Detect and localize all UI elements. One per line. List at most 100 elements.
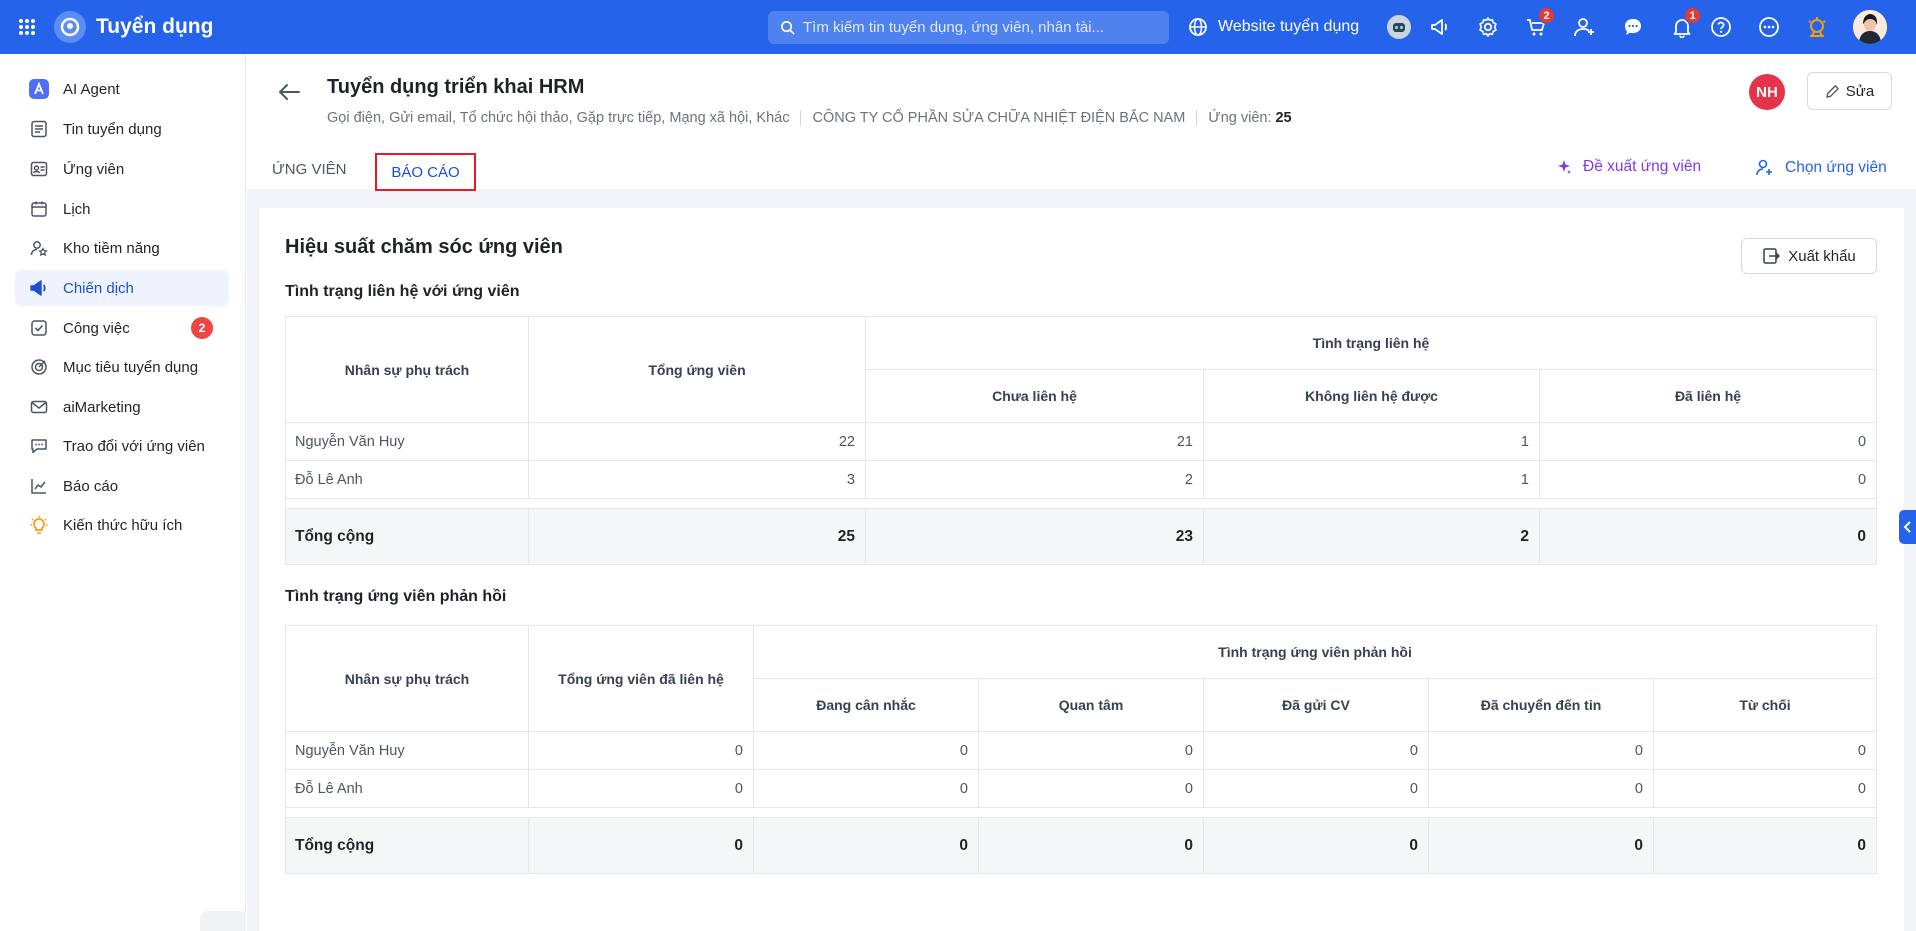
column-header-unreachable: Không liên hệ được xyxy=(1203,369,1540,423)
sidebar-item-label: AI Agent xyxy=(63,80,120,98)
unreachable-cell: 1 xyxy=(1203,460,1540,499)
sidebar-item-label: Kho tiềm năng xyxy=(63,239,160,257)
search-icon xyxy=(781,21,795,35)
sidebar-item-aimarketing[interactable]: aiMarketing xyxy=(15,389,229,425)
suggest-label: Đề xuất ứng viên xyxy=(1583,158,1702,175)
sidebar-item-knowledge[interactable]: Kiến thức hữu ích xyxy=(15,507,229,543)
app-title[interactable]: Tuyển dụng xyxy=(96,15,213,39)
talent-pool-icon xyxy=(29,238,49,258)
total-cell: 3 xyxy=(528,460,866,499)
website-label: Website tuyển dụng xyxy=(1218,18,1360,35)
table-row: Nguyễn Văn Huy 22 21 1 0 xyxy=(285,422,1878,461)
sidebar-item-candidates[interactable]: Ứng viên xyxy=(15,151,229,187)
column-header-contacted: Đã liên hệ xyxy=(1538,369,1878,423)
sidebar: AI Agent Tin tuyển dụng Ứng viên Lịch Kh… xyxy=(0,54,246,931)
table-row: Nguyễn Văn Huy 0 0 0 0 0 0 xyxy=(285,731,1877,770)
target-icon xyxy=(29,357,49,377)
sidebar-item-reports[interactable]: Báo cáo xyxy=(15,468,229,504)
sidebar-item-label: Báo cáo xyxy=(63,477,119,495)
owner-name: Nguyễn Văn Huy xyxy=(285,731,529,770)
column-header-total: Tổng ứng viên xyxy=(528,316,866,423)
sidebar-item-label: Công việc xyxy=(63,319,130,337)
export-button[interactable]: Xuất khẩu xyxy=(1741,238,1877,274)
sidebar-item-recruit-goals[interactable]: Mục tiêu tuyển dụng xyxy=(15,349,229,385)
total-cell: 0 xyxy=(528,731,754,770)
not-contacted-cell: 21 xyxy=(865,422,1204,461)
column-header-not-contacted: Chưa liên hệ xyxy=(865,369,1204,423)
main-content: Tuyển dụng triển khai HRM Gọi điện, Gửi … xyxy=(247,54,1916,931)
back-arrow-icon[interactable] xyxy=(273,76,305,108)
chat-icon xyxy=(29,436,49,456)
chat-bubble-icon[interactable] xyxy=(1618,12,1648,42)
cart-badge: 2 xyxy=(1538,7,1555,24)
cart-icon[interactable]: 2 xyxy=(1521,7,1555,42)
moved-cell: 0 xyxy=(1428,769,1654,808)
edit-button[interactable]: Sửa xyxy=(1807,72,1892,110)
report-icon xyxy=(29,476,49,496)
sidebar-item-job-posts[interactable]: Tin tuyển dụng xyxy=(15,111,229,147)
contacted-cell: 0 xyxy=(1538,508,1878,565)
rejected-cell: 0 xyxy=(1653,769,1877,808)
considering-cell: 0 xyxy=(753,731,979,770)
sidebar-item-ai-agent[interactable]: AI Agent xyxy=(15,71,229,107)
company-name: CÔNG TY CỔ PHẦN SỬA CHỮA NHIỆT ĐIỆN BẮC … xyxy=(812,110,1186,126)
sidebar-item-chat-candidates[interactable]: Trao đổi với ứng viên xyxy=(15,428,229,464)
sidebar-item-label: Tin tuyển dụng xyxy=(63,120,162,138)
campaign-meta: Gọi điện, Gửi email, Tổ chức hội thảo, G… xyxy=(327,110,1292,126)
totals-row: Tổng cộng 25 23 2 0 xyxy=(285,508,1878,565)
interested-cell: 0 xyxy=(978,731,1204,770)
contact-channels: Gọi điện, Gửi email, Tổ chức hội thảo, G… xyxy=(327,110,790,126)
ai-agent-icon xyxy=(29,79,49,99)
search-input[interactable] xyxy=(803,19,1163,36)
sidebar-item-talent-pool[interactable]: Kho tiềm năng xyxy=(15,230,229,266)
contacted-cell: 0 xyxy=(1538,460,1878,499)
choose-candidates-button[interactable]: Chọn ứng viên xyxy=(1755,158,1887,178)
mail-icon xyxy=(29,397,49,417)
notification-bell-icon[interactable]: 1 xyxy=(1667,7,1701,42)
award-icon[interactable] xyxy=(1802,12,1832,42)
chevron-left-icon xyxy=(1903,521,1911,533)
column-header-cv-sent: Đã gửi CV xyxy=(1203,678,1429,732)
unreachable-cell: 2 xyxy=(1203,508,1540,565)
table-row: Đỗ Lê Anh 3 2 1 0 xyxy=(285,460,1878,499)
sidebar-item-label: Ứng viên xyxy=(63,160,125,178)
tab-candidates[interactable]: ỨNG VIÊN xyxy=(272,161,347,178)
column-header-owner: Nhân sự phụ trách xyxy=(285,316,529,423)
interested-cell: 0 xyxy=(978,817,1204,874)
sidebar-item-calendar[interactable]: Lịch xyxy=(15,191,229,227)
suggest-candidates-button[interactable]: Đề xuất ứng viên xyxy=(1555,158,1701,176)
considering-cell: 0 xyxy=(753,769,979,808)
sidebar-item-label: Chiến dịch xyxy=(63,279,134,297)
tab-report[interactable]: BÁO CÁO xyxy=(375,153,476,191)
app-grid-icon[interactable] xyxy=(0,0,54,54)
more-options-icon[interactable] xyxy=(1754,12,1784,42)
export-icon xyxy=(1763,248,1781,264)
sidebar-item-tasks[interactable]: Công việc 2 xyxy=(15,310,229,346)
report-card: Hiệu suất chăm sóc ứng viên Xuất khẩu Tì… xyxy=(259,208,1904,931)
divider xyxy=(800,110,802,126)
cv-sent-cell: 0 xyxy=(1203,769,1429,808)
add-user-icon[interactable] xyxy=(1570,12,1600,42)
owner-avatar[interactable]: NH xyxy=(1749,74,1785,110)
top-bar: Tuyển dụng Website tuyển dụng 2 1 xyxy=(0,0,1916,54)
help-icon[interactable] xyxy=(1706,12,1736,42)
search-box[interactable] xyxy=(768,11,1169,44)
owner-name: Đỗ Lê Anh xyxy=(285,769,529,808)
settings-gear-icon[interactable] xyxy=(1473,12,1503,42)
sidebar-item-campaigns[interactable]: Chiến dịch xyxy=(15,270,229,306)
sidebar-collapse-handle[interactable] xyxy=(200,911,246,931)
candidates-count-label: Ứng viên: xyxy=(1208,110,1272,126)
owner-name: Nguyễn Văn Huy xyxy=(285,422,529,461)
job-post-icon xyxy=(29,119,49,139)
moved-cell: 0 xyxy=(1428,731,1654,770)
megaphone-icon[interactable] xyxy=(1425,12,1455,42)
right-panel-toggle[interactable] xyxy=(1899,510,1916,544)
website-link[interactable]: Website tuyển dụng xyxy=(1188,0,1359,54)
sparkle-icon xyxy=(1558,160,1571,174)
bot-avatar-icon[interactable] xyxy=(1384,12,1414,42)
user-avatar[interactable] xyxy=(1853,10,1887,44)
task-icon xyxy=(29,318,49,338)
totals-label: Tổng cộng xyxy=(285,508,529,565)
contact-section-title: Tình trạng liên hệ với ứng viên xyxy=(285,283,520,300)
contacted-cell: 0 xyxy=(1538,422,1878,461)
